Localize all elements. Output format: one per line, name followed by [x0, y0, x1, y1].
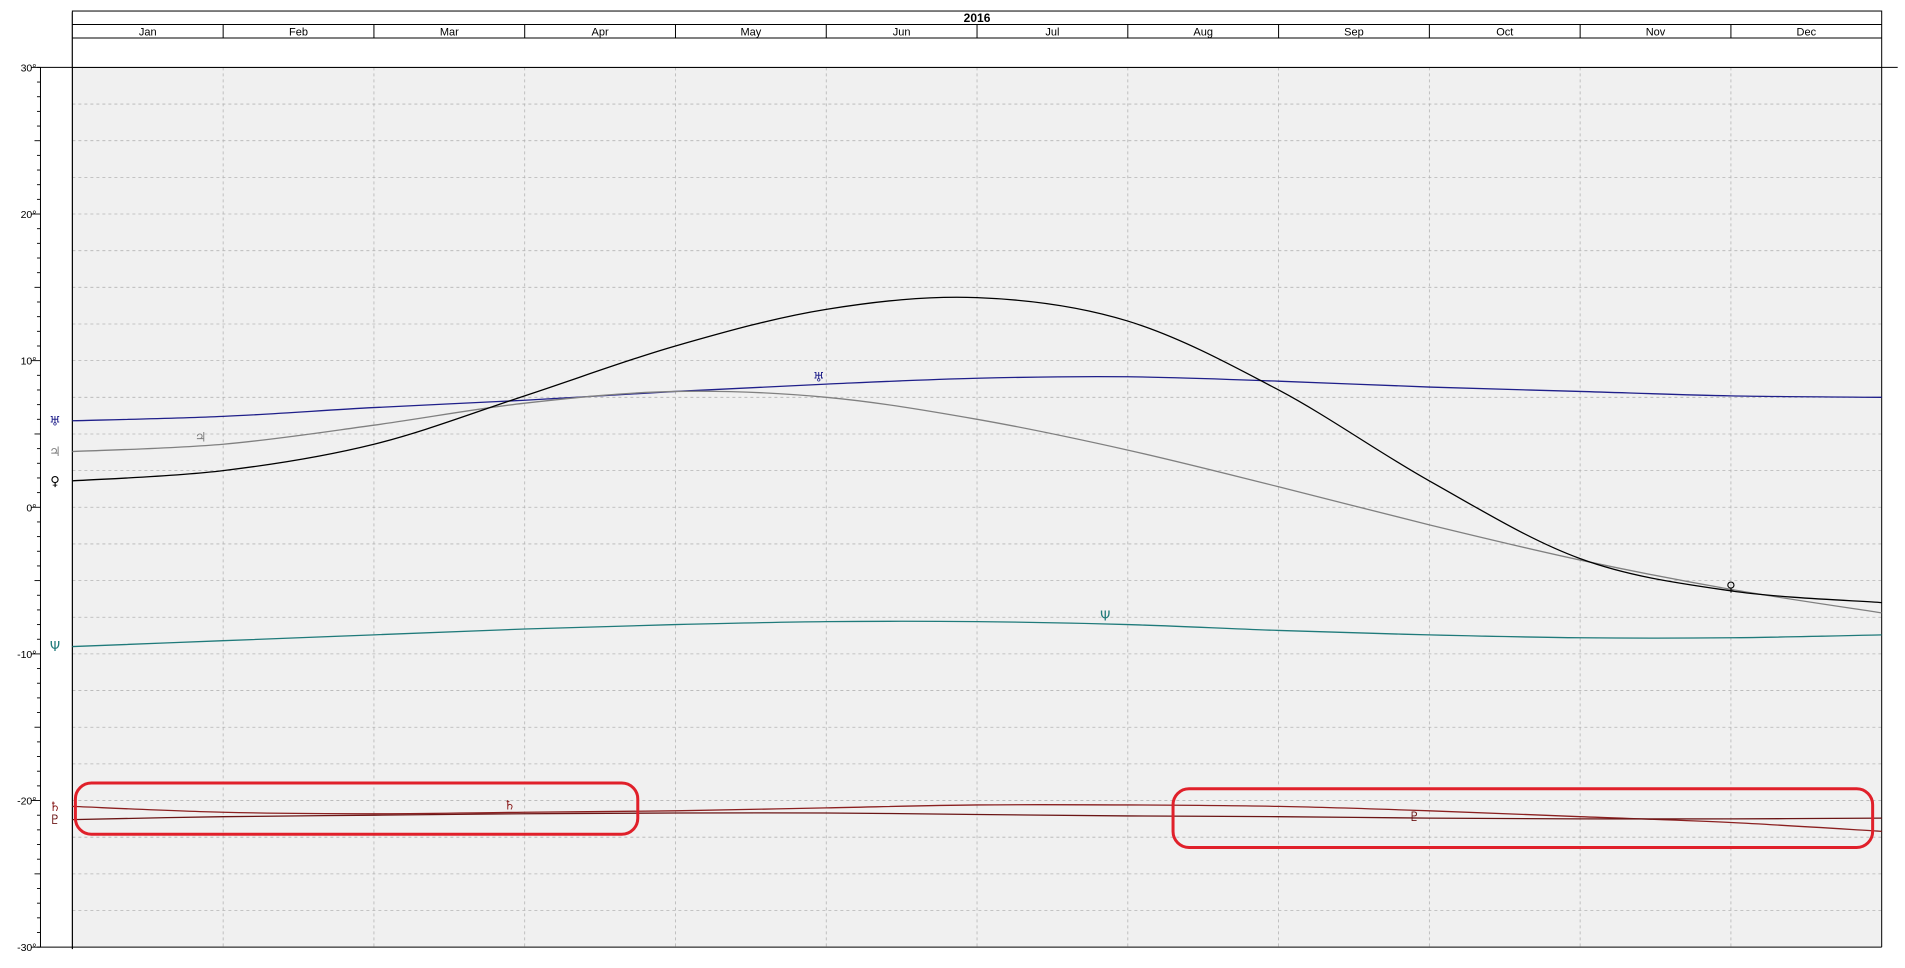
y-tick-label: -20° [17, 796, 36, 808]
month-label: Sep [1344, 26, 1364, 38]
month-header: 2016 [71, 10, 1883, 68]
planet-glyph: ♄ [504, 798, 516, 813]
month-label: May [740, 26, 761, 38]
planet-glyph: ♅ [813, 370, 825, 385]
month-label: Aug [1193, 26, 1213, 38]
year-label: 2016 [964, 11, 991, 25]
month-label: Jun [893, 26, 911, 38]
planet-glyph: ♃ [195, 430, 207, 445]
planet-glyph: Ψ [1100, 609, 1110, 624]
planet-glyph: ♀ [1726, 580, 1736, 595]
month-label: Apr [592, 26, 609, 38]
month-label: Nov [1646, 26, 1666, 38]
month-label: Oct [1496, 26, 1513, 38]
declination-chart: 2016 Jan Feb Mar Apr May Jun Jul Aug Sep Oct Nov De… [17, 10, 1898, 954]
y-axis: 30° 20° 10° 0° -10° -20° -30° [17, 62, 41, 954]
planet-glyph: ♇ [1408, 810, 1420, 825]
y-tick-label: 30° [21, 62, 37, 74]
y-tick-label: -10° [17, 649, 36, 661]
month-label: Dec [1797, 26, 1817, 38]
month-label: Jul [1045, 26, 1059, 38]
planet-glyph-start: ♀ [50, 474, 60, 489]
month-label: Jan [139, 26, 157, 38]
planet-glyph-start: ♇ [49, 813, 61, 828]
y-tick-label: 20° [21, 209, 37, 221]
planet-glyph-start: Ψ [50, 640, 60, 655]
month-label: Mar [440, 26, 459, 38]
planet-glyph-start: ♅ [49, 414, 61, 429]
y-tick-label: 10° [21, 356, 37, 368]
month-label: Feb [289, 26, 308, 38]
y-tick-label: 0° [26, 502, 36, 514]
planet-glyph-start: ♃ [49, 445, 61, 460]
y-tick-label: -30° [17, 942, 36, 954]
